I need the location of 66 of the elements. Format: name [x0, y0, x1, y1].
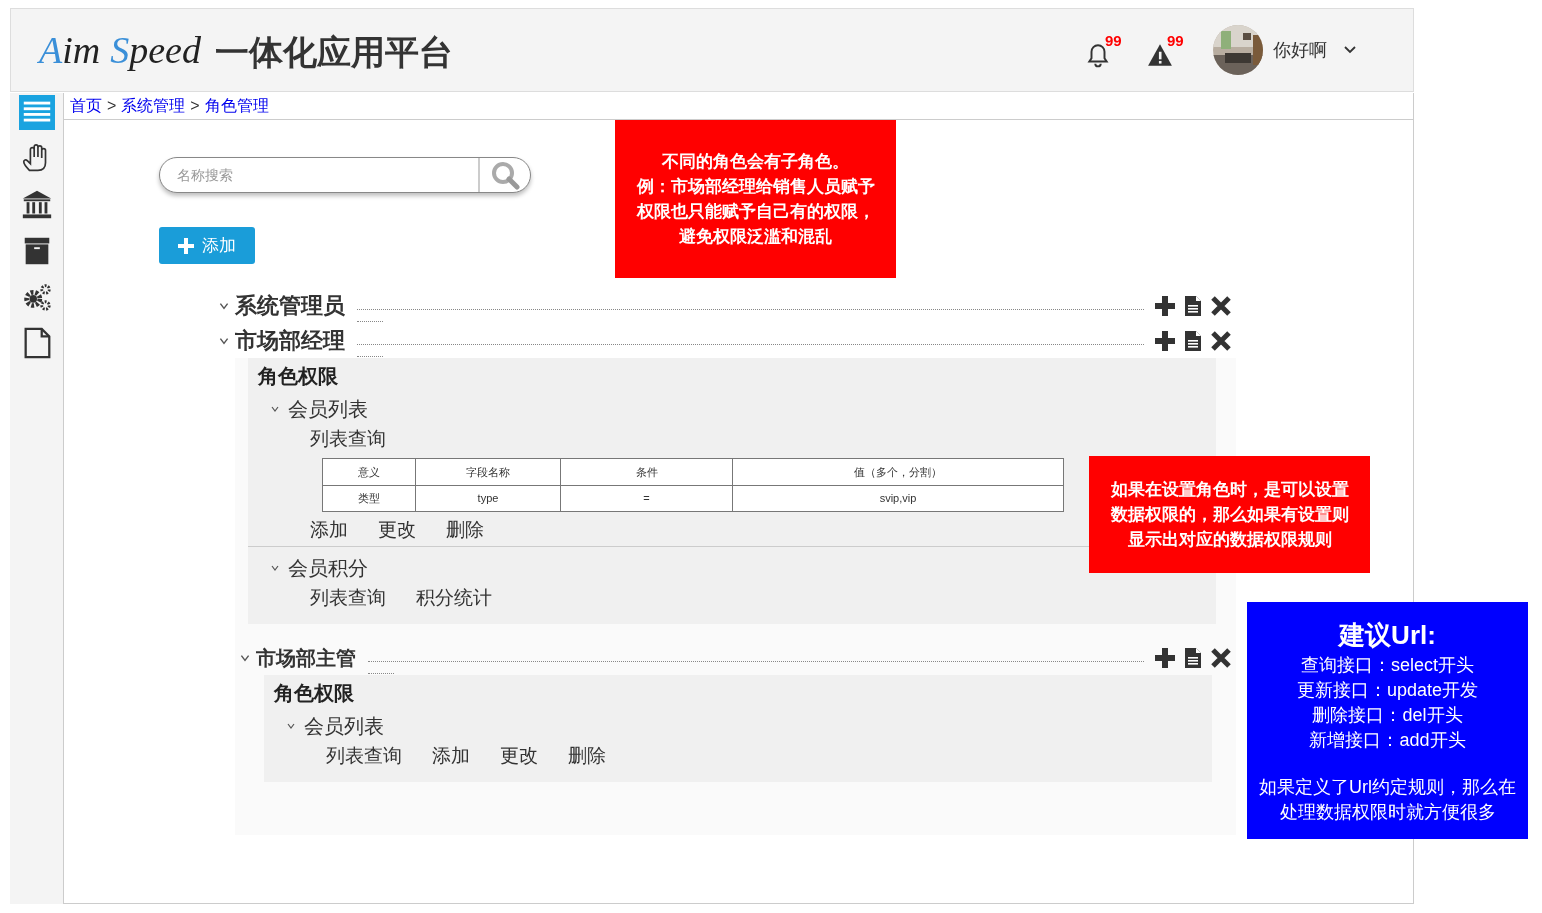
user-name[interactable]: 你好啊 — [1273, 36, 1327, 64]
chevron-down-icon[interactable] — [270, 563, 280, 573]
note-text: 显示出对应的数据权限规则 — [1127, 529, 1332, 551]
document-icon[interactable] — [1182, 646, 1204, 669]
permission-item[interactable]: 积分统计 — [416, 584, 492, 613]
plus-icon[interactable] — [1154, 646, 1176, 669]
permission-item[interactable]: 添加 — [310, 516, 348, 545]
note-text: 查询接口：select开头 — [1301, 653, 1474, 677]
table-cell: svip,vip — [732, 485, 1064, 512]
note-text: 更新接口：update开发 — [1296, 678, 1479, 702]
search-box[interactable]: 名称搜索 — [159, 157, 531, 193]
note-text: 删除接口：del开头 — [1312, 703, 1463, 727]
app-title: 一体化应用平台 — [214, 31, 453, 73]
note-title: 建议Url: — [1339, 618, 1436, 652]
breadcrumb-link[interactable]: 系统管理 — [121, 94, 186, 118]
breadcrumb-separator: > — [190, 96, 200, 116]
note-text: 例：市场部经理给销售人员赋予 — [636, 176, 875, 198]
breadcrumb-link[interactable]: 角色管理 — [204, 94, 269, 118]
breadcrumb-link[interactable]: 首页 — [70, 94, 102, 118]
table-cell: type — [415, 485, 561, 512]
note-text: 如果在设置角色时，是可以设置 — [1110, 479, 1349, 501]
note-text: 新增接口：add开头 — [1309, 728, 1466, 752]
chevron-down-icon[interactable] — [270, 404, 280, 414]
logo: Aim Speed — [39, 31, 201, 69]
note-text: 避免权限泛滥和混乱 — [679, 226, 832, 248]
column-header: 字段名称 — [415, 458, 561, 486]
plus-icon[interactable] — [1154, 329, 1176, 352]
group-name[interactable]: 会员积分 — [288, 553, 368, 583]
search-icon — [490, 160, 520, 190]
permission-item[interactable]: 更改 — [378, 516, 416, 545]
document-icon[interactable] — [1182, 294, 1204, 317]
panel-title: 角色权限 — [274, 681, 355, 706]
role-name[interactable]: 系统管理员 — [235, 289, 345, 322]
role-name[interactable]: 市场部经理 — [235, 324, 345, 357]
badge-count: 99 — [1105, 31, 1122, 51]
plus-icon — [178, 237, 194, 254]
permission-item[interactable]: 删除 — [446, 516, 484, 545]
panel-title: 角色权限 — [258, 364, 339, 389]
column-header: 条件 — [560, 458, 733, 486]
delete-icon[interactable] — [1210, 329, 1232, 352]
permission-item[interactable]: 删除 — [568, 742, 606, 771]
permission-item[interactable]: 列表查询 — [326, 742, 402, 771]
permission-item[interactable]: 列表查询 — [310, 425, 386, 454]
note-text: 数据权限的，那么如果有设置则 — [1110, 504, 1349, 526]
breadcrumb-separator: > — [107, 96, 117, 116]
permission-item[interactable]: 更改 — [500, 742, 538, 771]
plus-icon[interactable] — [1154, 294, 1176, 317]
delete-icon[interactable] — [1210, 294, 1232, 317]
group-name[interactable]: 会员列表 — [288, 394, 368, 424]
search-field[interactable]: 名称搜索 — [160, 158, 478, 192]
note-text: 处理数据权限时就方便很多 — [1279, 800, 1496, 824]
column-header: 值（多个，分割） — [732, 458, 1064, 486]
note-text: 权限也只能赋予自己有的权限， — [636, 201, 875, 223]
note-text: 不同的角色会有子角色。 — [662, 151, 849, 173]
badge-count: 99 — [1167, 31, 1184, 51]
table-cell: = — [560, 485, 733, 512]
delete-icon[interactable] — [1210, 646, 1232, 669]
group-name[interactable]: 会员列表 — [304, 711, 384, 741]
document-icon[interactable] — [1182, 329, 1204, 352]
role-name[interactable]: 市场部主管 — [256, 642, 356, 673]
table-cell: 类型 — [322, 485, 416, 512]
column-header: 意义 — [322, 458, 416, 486]
permission-item[interactable]: 添加 — [432, 742, 470, 771]
note-text: 如果定义了Url约定规则，那么在 — [1259, 775, 1516, 799]
permission-item[interactable]: 列表查询 — [310, 584, 386, 613]
chevron-down-icon[interactable] — [286, 721, 296, 731]
